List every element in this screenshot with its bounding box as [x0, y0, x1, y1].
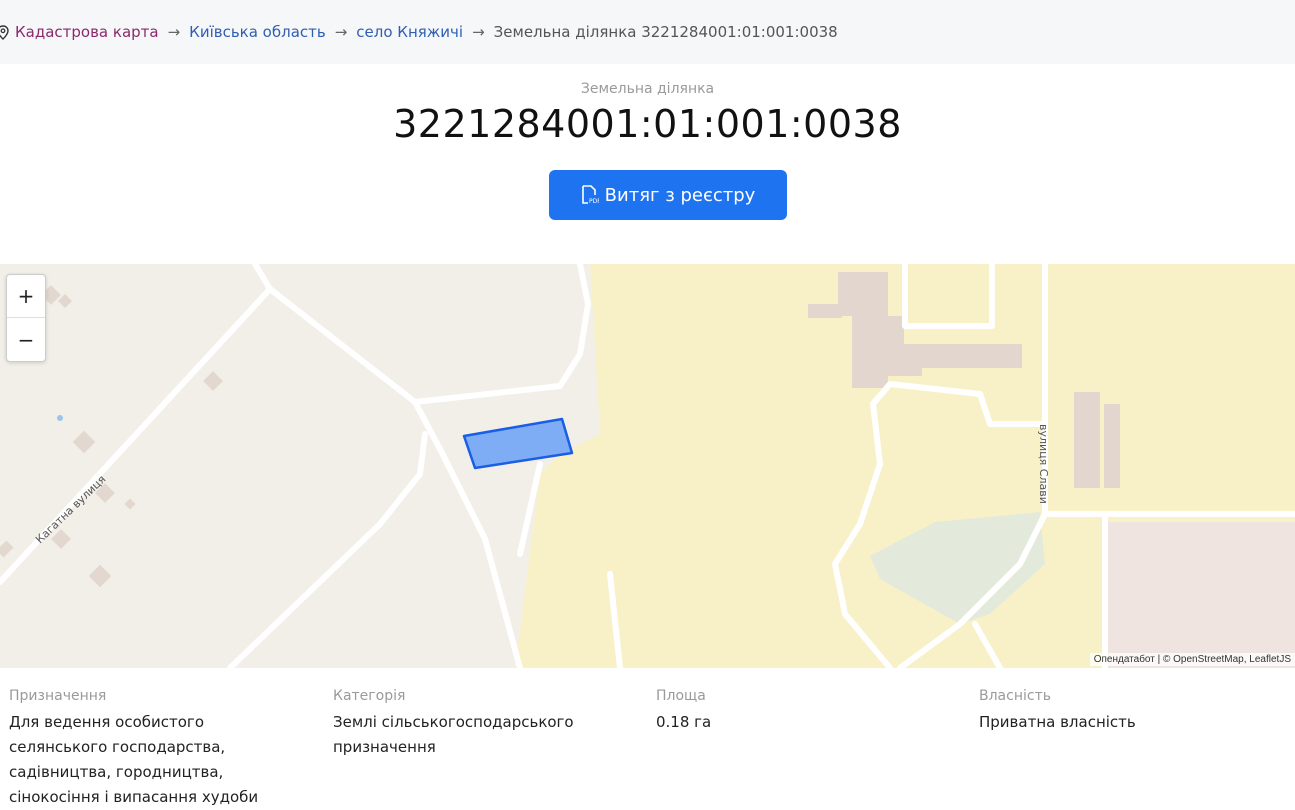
svg-text:PDF: PDF	[589, 198, 599, 205]
ownership-label: Власність	[979, 688, 1051, 704]
category-field: Категорія Землі сільськогосподарського п…	[333, 688, 593, 760]
area-field: Площа 0.18 га	[656, 688, 916, 735]
map-canvas: Кагатна вулиця вулиця Слави	[0, 264, 1295, 668]
breadcrumb-current: Земельна ділянка 3221284001:01:001:0038	[493, 23, 838, 41]
street-label: вулиця Слави	[1037, 424, 1050, 504]
pdf-icon: PDF	[581, 185, 599, 205]
breadcrumb-region-link[interactable]: Київська область	[189, 23, 326, 41]
breadcrumb-separator: →	[472, 23, 485, 41]
registry-extract-label: Витяг з реєстру	[604, 184, 756, 206]
map-attribution: Опендатабот | © OpenStreetMap, LeafletJS	[1089, 653, 1295, 666]
breadcrumb: Кадастрова карта → Київська область → се…	[0, 0, 1295, 64]
zoom-out-button[interactable]: −	[7, 318, 45, 361]
page-title: 3221284001:01:001:0038	[393, 102, 902, 146]
cadastral-map[interactable]: Кагатна вулиця вулиця Слави + − Опендата…	[0, 264, 1295, 668]
category-value: Землі сільськогосподарського призначення	[333, 713, 574, 756]
breadcrumb-separator: →	[167, 23, 181, 41]
category-label: Категорія	[333, 688, 406, 704]
parcel-header: Земельна ділянка 3221284001:01:001:0038 …	[0, 64, 1295, 260]
breadcrumb-separator: →	[334, 23, 348, 41]
zoom-in-button[interactable]: +	[7, 275, 45, 318]
map-pin-icon	[0, 24, 9, 40]
area-label: Площа	[656, 688, 706, 704]
breadcrumb-village-link[interactable]: село Княжичі	[356, 23, 463, 41]
purpose-field: Призначення Для ведення особистого селян…	[9, 688, 299, 810]
street-label: Кагатна вулиця	[33, 473, 108, 546]
zoom-control: + −	[6, 274, 46, 362]
parcel-kind-label: Земельна ділянка	[580, 81, 715, 97]
ownership-field: Власність Приватна власність	[979, 688, 1259, 735]
parcel-info: Призначення Для ведення особистого селян…	[0, 668, 1295, 806]
area-value: 0.18 га	[656, 713, 712, 731]
breadcrumb-root-link[interactable]: Кадастрова карта	[15, 23, 159, 41]
registry-extract-button[interactable]: PDF Витяг з реєстру	[549, 170, 787, 220]
purpose-value: Для ведення особистого селянського госпо…	[9, 713, 259, 806]
purpose-label: Призначення	[9, 688, 107, 704]
ownership-value: Приватна власність	[979, 713, 1136, 731]
